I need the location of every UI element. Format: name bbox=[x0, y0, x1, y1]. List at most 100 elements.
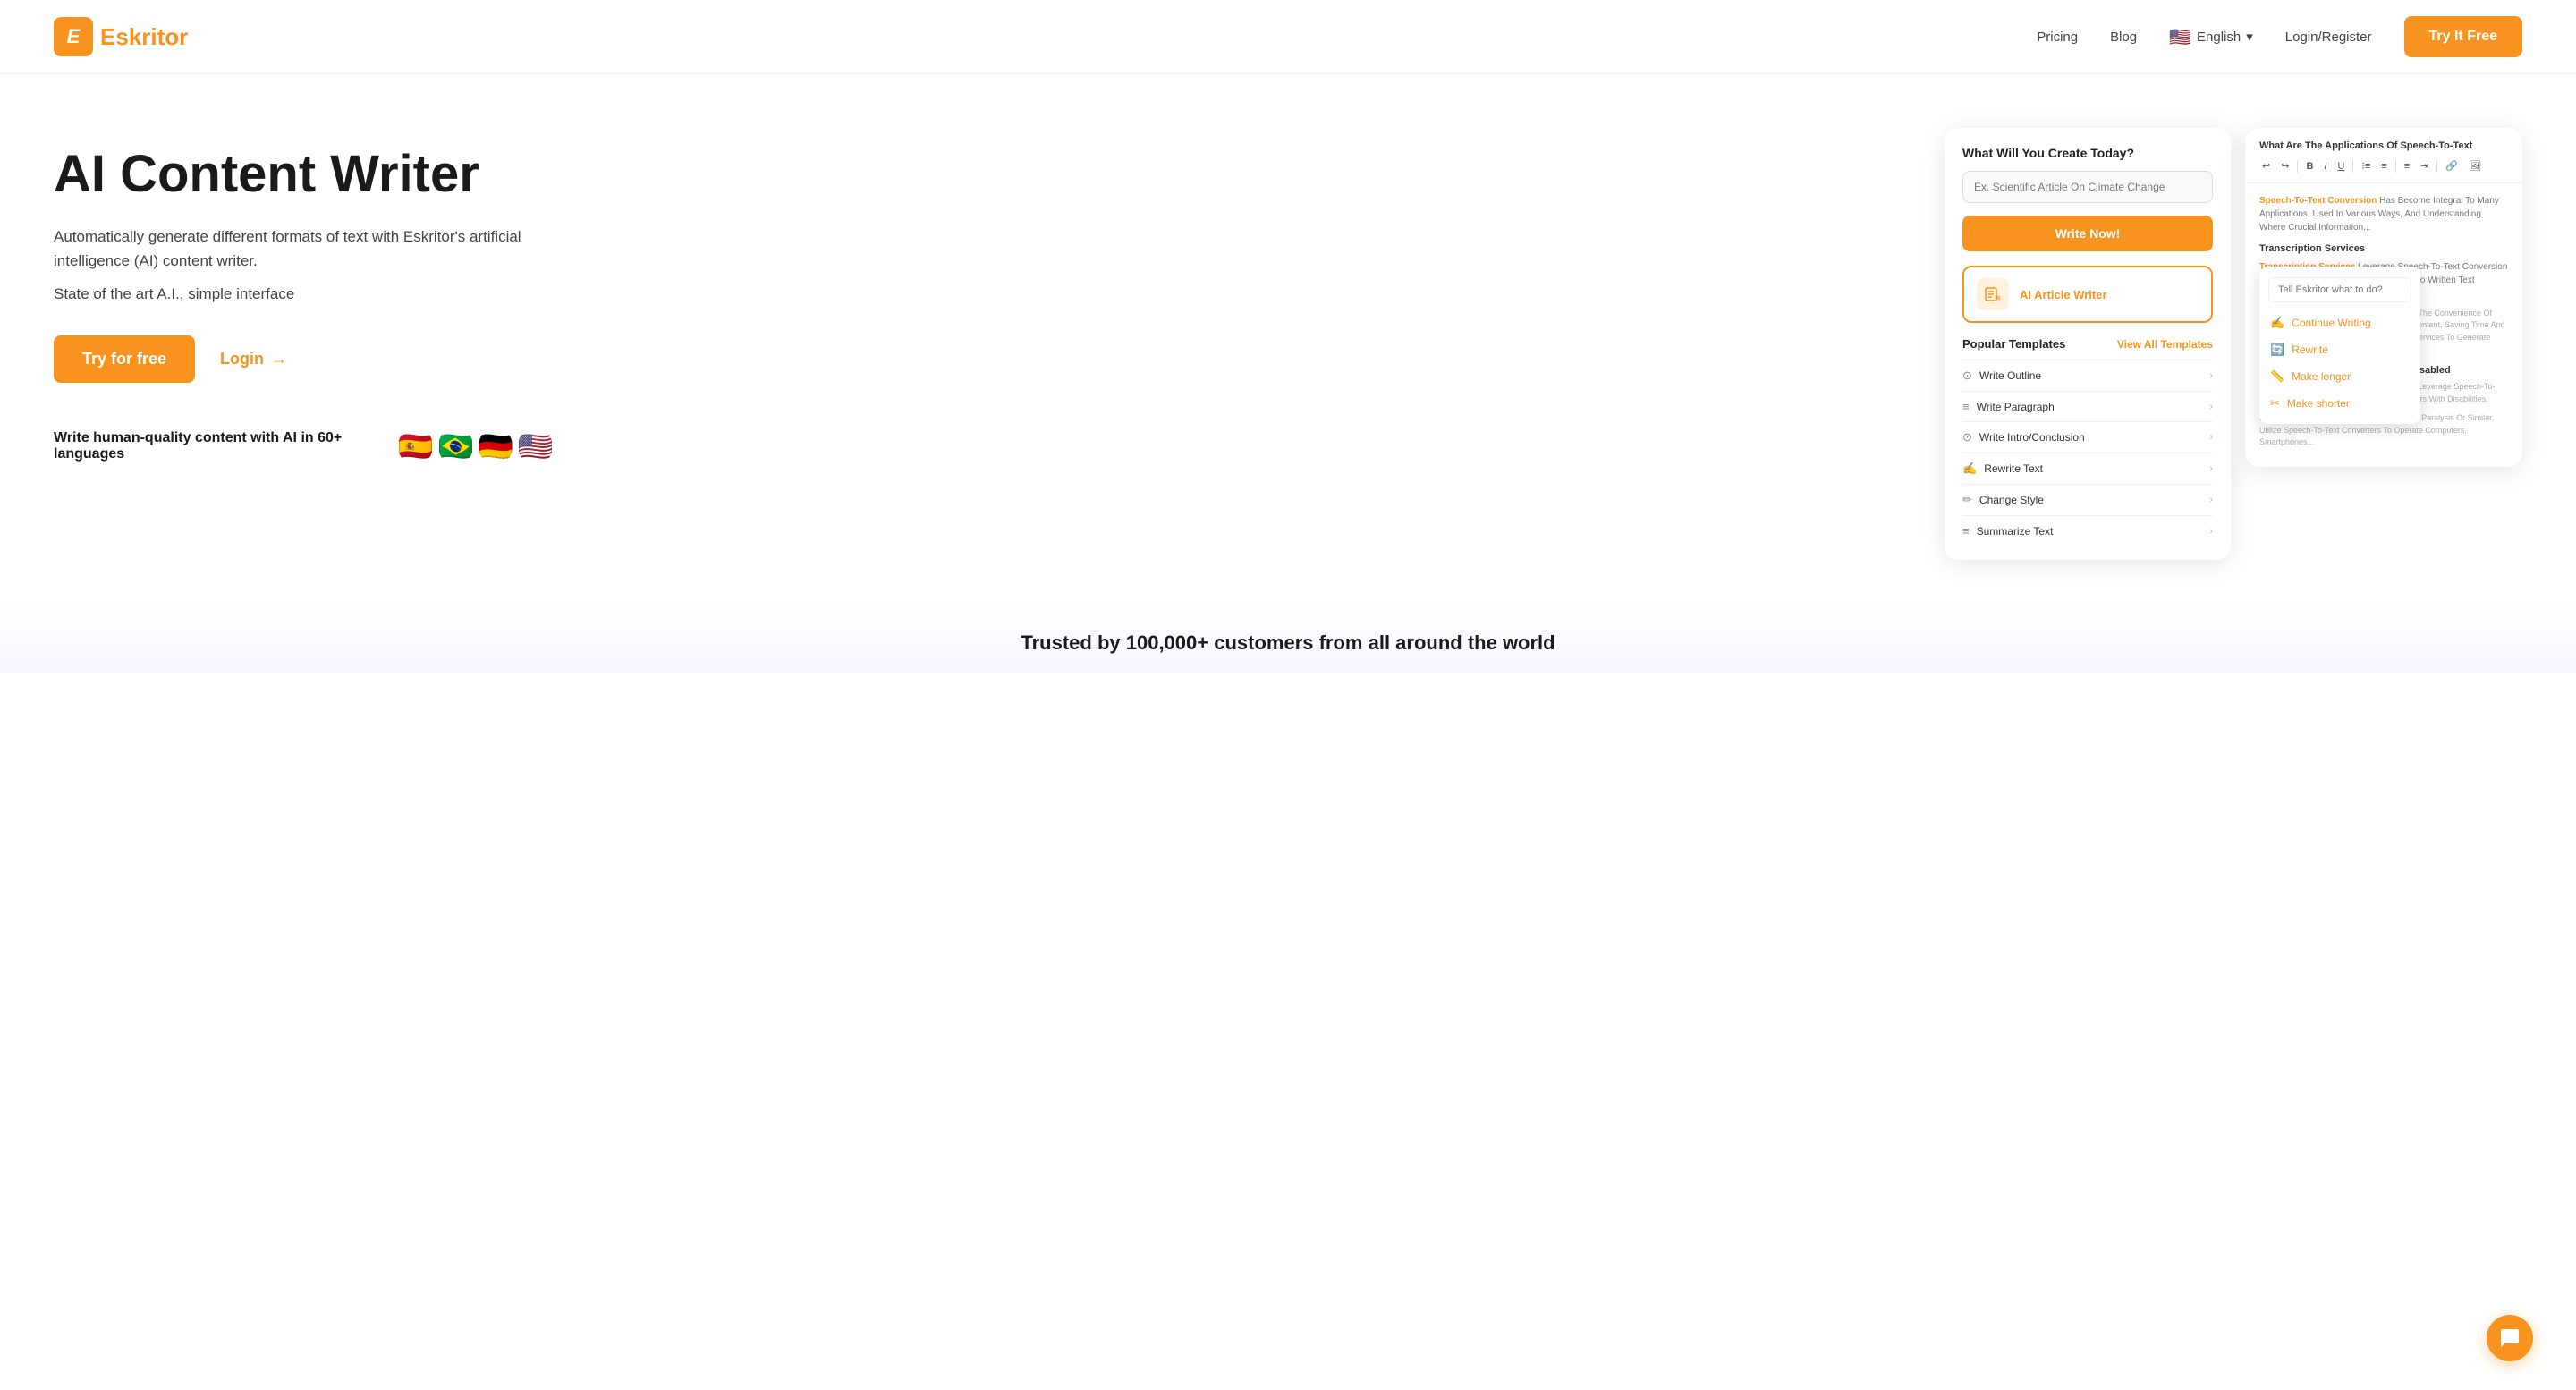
chevron-right-icon: › bbox=[2209, 463, 2213, 474]
chevron-right-icon: › bbox=[2209, 495, 2213, 505]
write-now-button[interactable]: Write Now! bbox=[1962, 216, 2213, 251]
hero-description: Automatically generate different formats… bbox=[54, 225, 555, 273]
germany-flag-icon: 🇩🇪 bbox=[477, 426, 515, 467]
svg-text:AI: AI bbox=[1996, 296, 2002, 301]
navbar: E Eskritor Pricing Blog 🇺🇸 English ▾ Log… bbox=[0, 0, 2576, 74]
templates-list: ⊙ Write Outline › ≡ Write Paragraph › ⊙ bbox=[1962, 360, 2213, 546]
rewrite-option[interactable]: 🔄 Rewrite bbox=[2259, 336, 2420, 363]
view-all-templates-link[interactable]: View All Templates bbox=[2117, 338, 2213, 351]
trusted-title: Trusted by 100,000+ customers from all a… bbox=[54, 631, 2522, 655]
hero-langs-text: Write human-quality content with AI in 6… bbox=[54, 430, 387, 462]
toolbar-separator bbox=[2297, 160, 2298, 173]
summarize-icon: ≡ bbox=[1962, 524, 1970, 538]
hero-left: AI Content Writer Automatically generate… bbox=[54, 128, 555, 467]
ai-article-writer-box[interactable]: AI AI Article Writer bbox=[1962, 266, 2213, 323]
undo-button[interactable]: ↩ bbox=[2259, 158, 2273, 174]
make-longer-label: Make longer bbox=[2292, 370, 2351, 383]
hero-sub: State of the art A.I., simple interface bbox=[54, 285, 555, 303]
editor-title: What Are The Applications Of Speech-To-T… bbox=[2259, 140, 2508, 151]
template-write-outline[interactable]: ⊙ Write Outline › bbox=[1962, 360, 2213, 391]
toolbar-separator bbox=[2352, 160, 2353, 173]
template-label: Write Outline bbox=[1979, 369, 2041, 382]
us-flag-icon: 🇺🇸 bbox=[2169, 26, 2191, 48]
align-button[interactable]: ≡ bbox=[2402, 159, 2412, 174]
template-write-intro[interactable]: ⊙ Write Intro/Conclusion › bbox=[1962, 421, 2213, 453]
continue-writing-icon: ✍ bbox=[2270, 316, 2284, 330]
template-label: Write Paragraph bbox=[1977, 401, 2055, 413]
unordered-list-button[interactable]: ≡ bbox=[2378, 159, 2389, 174]
make-shorter-label: Make shorter bbox=[2287, 397, 2350, 410]
hero-login-button[interactable]: Login → bbox=[220, 350, 287, 369]
hero-try-free-button[interactable]: Try for free bbox=[54, 335, 195, 383]
hero-actions: Try for free Login → bbox=[54, 335, 555, 383]
ai-article-label: AI Article Writer bbox=[2020, 288, 2107, 301]
usa-flag-icon: 🇺🇸 bbox=[516, 426, 555, 467]
make-shorter-option[interactable]: ✂ Make shorter bbox=[2259, 390, 2420, 417]
continue-writing-label: Continue Writing bbox=[2292, 317, 2371, 329]
chat-bubble-button[interactable] bbox=[2487, 1315, 2533, 1361]
link-button[interactable]: 🔗 bbox=[2443, 158, 2461, 174]
hero-section: AI Content Writer Automatically generate… bbox=[0, 74, 2576, 596]
section1-title: Transcription Services bbox=[2259, 242, 2508, 257]
eskritor-command-input[interactable] bbox=[2268, 277, 2411, 302]
template-label: Change Style bbox=[1979, 494, 2044, 506]
template-change-style[interactable]: ✏ Change Style › bbox=[1962, 484, 2213, 515]
logo[interactable]: E Eskritor bbox=[54, 17, 188, 56]
indent-button[interactable]: ⇥ bbox=[2418, 158, 2431, 174]
editor-card: What Are The Applications Of Speech-To-T… bbox=[2245, 128, 2522, 467]
spain-flag-icon: 🇪🇸 bbox=[396, 426, 435, 467]
template-rewrite-text[interactable]: ✍ Rewrite Text › bbox=[1962, 453, 2213, 484]
bold-button[interactable]: B bbox=[2303, 159, 2316, 174]
template-label: Summarize Text bbox=[1977, 525, 2054, 538]
hero-mockup: What Will You Create Today? Write Now! A… bbox=[1945, 128, 2522, 560]
rewrite-label: Rewrite bbox=[2292, 343, 2328, 356]
template-write-paragraph[interactable]: ≡ Write Paragraph › bbox=[1962, 391, 2213, 421]
logo-icon: E bbox=[54, 17, 93, 56]
chevron-down-icon: ▾ bbox=[2246, 29, 2253, 45]
chevron-right-icon: › bbox=[2209, 432, 2213, 443]
hero-languages: Write human-quality content with AI in 6… bbox=[54, 426, 555, 467]
outline-icon: ⊙ bbox=[1962, 369, 1972, 383]
templates-header: Popular Templates View All Templates bbox=[1962, 337, 2213, 351]
nav-blog[interactable]: Blog bbox=[2110, 30, 2137, 45]
hero-title: AI Content Writer bbox=[54, 146, 555, 203]
nav-try-it-free-button[interactable]: Try It Free bbox=[2404, 16, 2522, 57]
make-longer-option[interactable]: 📏 Make longer bbox=[2259, 363, 2420, 390]
arrow-icon: → bbox=[271, 350, 287, 369]
italic-button[interactable]: I bbox=[2321, 159, 2329, 174]
brazil-flag-icon: 🇧🇷 bbox=[436, 426, 475, 467]
template-summarize[interactable]: ≡ Summarize Text › bbox=[1962, 515, 2213, 546]
editor-toolbar: ↩ ↪ B I U ⁝≡ ≡ ≡ ⇥ 🔗 🖼 bbox=[2259, 158, 2508, 174]
trusted-section: Trusted by 100,000+ customers from all a… bbox=[0, 596, 2576, 673]
continue-writing-option[interactable]: ✍ Continue Writing bbox=[2259, 309, 2420, 336]
float-menu: ✍ Continue Writing 🔄 Rewrite 📏 Make long… bbox=[2259, 267, 2420, 424]
rewrite-icon: ✍ bbox=[1962, 462, 1977, 476]
underline-button[interactable]: U bbox=[2334, 159, 2347, 174]
nav-login-register[interactable]: Login/Register bbox=[2285, 30, 2372, 45]
intro-icon: ⊙ bbox=[1962, 430, 1972, 445]
ai-article-icon: AI bbox=[1977, 278, 2009, 310]
toolbar-separator bbox=[2395, 160, 2396, 173]
login-label: Login bbox=[220, 350, 264, 369]
style-icon: ✏ bbox=[1962, 493, 1972, 507]
rewrite-icon: 🔄 bbox=[2270, 343, 2284, 357]
nav-language-selector[interactable]: 🇺🇸 English ▾ bbox=[2169, 26, 2253, 48]
image-button[interactable]: 🖼 bbox=[2466, 158, 2484, 174]
chevron-right-icon: › bbox=[2209, 370, 2213, 381]
nav-pricing[interactable]: Pricing bbox=[2037, 30, 2078, 45]
chevron-right-icon: › bbox=[2209, 526, 2213, 537]
content-writer-card: What Will You Create Today? Write Now! A… bbox=[1945, 128, 2231, 560]
chevron-right-icon: › bbox=[2209, 402, 2213, 412]
template-label: Write Intro/Conclusion bbox=[1979, 431, 2085, 444]
editor-header: What Are The Applications Of Speech-To-T… bbox=[2245, 128, 2522, 183]
nav-links: Pricing Blog 🇺🇸 English ▾ Login/Register… bbox=[2037, 16, 2522, 57]
topic-input[interactable] bbox=[1962, 171, 2213, 203]
ordered-list-button[interactable]: ⁝≡ bbox=[2359, 158, 2373, 174]
card1-title: What Will You Create Today? bbox=[1962, 146, 2213, 160]
make-longer-icon: 📏 bbox=[2270, 369, 2284, 384]
redo-button[interactable]: ↪ bbox=[2278, 158, 2292, 174]
templates-title: Popular Templates bbox=[1962, 337, 2065, 351]
body-text-1: Speech-To-Text Conversion Has Become Int… bbox=[2259, 194, 2508, 234]
lang-label: English bbox=[2197, 30, 2241, 45]
toolbar-separator bbox=[2436, 160, 2437, 173]
